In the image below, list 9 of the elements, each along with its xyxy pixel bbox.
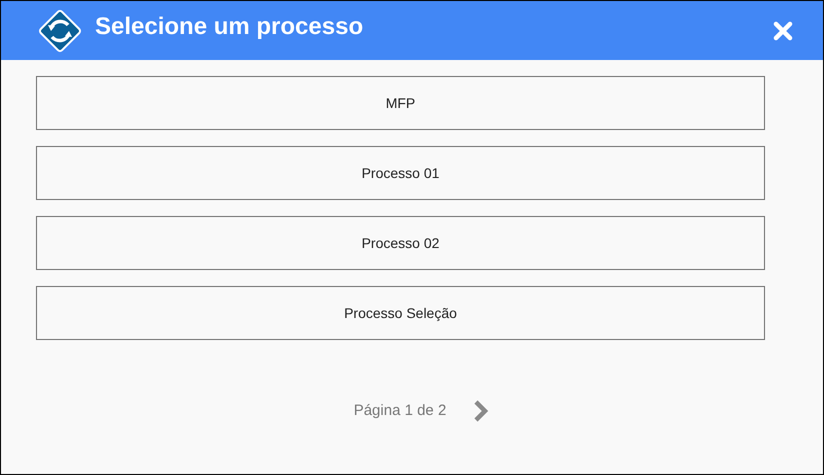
- window-title: Selecione um processo: [95, 12, 364, 42]
- process-button[interactable]: Processo 01: [36, 146, 765, 200]
- process-button[interactable]: MFP: [36, 76, 765, 130]
- process-button[interactable]: Processo Seleção: [36, 286, 765, 340]
- chevron-right-icon: [473, 399, 490, 423]
- process-button[interactable]: Processo 02: [36, 216, 765, 270]
- page-indicator: Página 1 de 2: [354, 400, 446, 421]
- close-icon: [773, 20, 793, 40]
- next-page-button[interactable]: [472, 398, 490, 424]
